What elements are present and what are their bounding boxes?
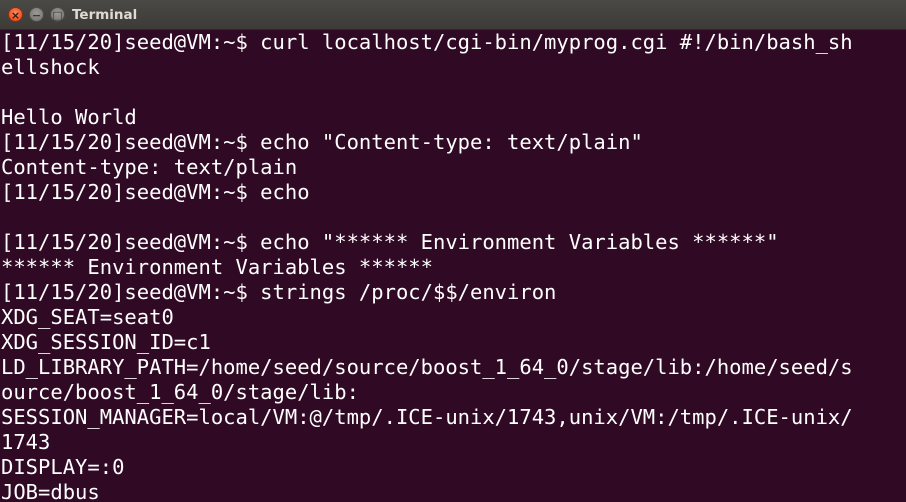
terminal-line: [11/15/20]seed@VM:~$ echo "Content-type:… bbox=[1, 130, 643, 154]
terminal-line: XDG_SESSION_ID=c1 bbox=[1, 330, 211, 354]
terminal-window: × − □ Terminal [11/15/20]seed@VM:~$ curl… bbox=[0, 0, 906, 502]
close-icon: × bbox=[10, 9, 21, 22]
maximize-window-button[interactable]: □ bbox=[50, 7, 65, 22]
terminal-line: ource/boost_1_64_0/stage/lib: bbox=[1, 380, 359, 404]
minimize-icon: − bbox=[31, 9, 42, 22]
terminal-line: 1743 bbox=[1, 430, 51, 454]
terminal-line: Content-type: text/plain bbox=[1, 155, 298, 179]
terminal-line: LD_LIBRARY_PATH=/home/seed/source/boost_… bbox=[1, 355, 853, 379]
terminal-line: XDG_SEAT=seat0 bbox=[1, 305, 174, 329]
terminal-line: [11/15/20]seed@VM:~$ echo bbox=[1, 180, 310, 204]
terminal-line: DISPLAY=:0 bbox=[1, 455, 125, 479]
terminal-line: JOB=dbus bbox=[1, 480, 100, 502]
maximize-icon: □ bbox=[52, 9, 63, 22]
close-window-button[interactable]: × bbox=[8, 7, 23, 22]
terminal-line: ellshock bbox=[1, 55, 100, 79]
terminal-line: [11/15/20]seed@VM:~$ echo "****** Enviro… bbox=[1, 230, 779, 254]
terminal-line: [11/15/20]seed@VM:~$ curl localhost/cgi-… bbox=[1, 30, 853, 54]
terminal-output[interactable]: [11/15/20]seed@VM:~$ curl localhost/cgi-… bbox=[0, 30, 906, 502]
title-bar[interactable]: × − □ Terminal bbox=[0, 0, 906, 30]
terminal-line: [11/15/20]seed@VM:~$ strings /proc/$$/en… bbox=[1, 280, 557, 304]
minimize-window-button[interactable]: − bbox=[29, 7, 44, 22]
window-title: Terminal bbox=[72, 7, 138, 23]
terminal-line: SESSION_MANAGER=local/VM:@/tmp/.ICE-unix… bbox=[1, 405, 853, 429]
terminal-line: ****** Environment Variables ****** bbox=[1, 255, 433, 279]
terminal-line: Hello World bbox=[1, 105, 137, 129]
